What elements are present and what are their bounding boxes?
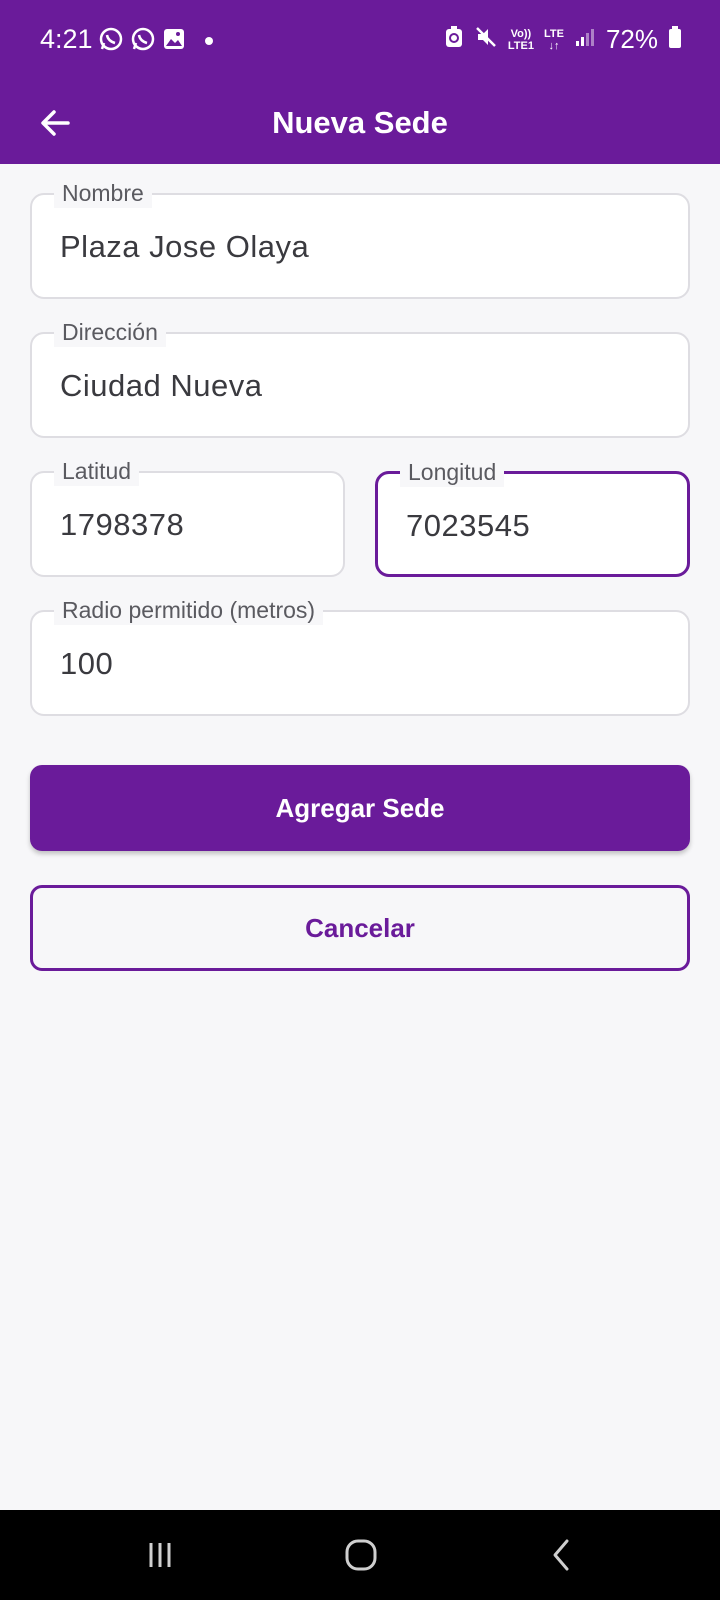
system-nav-bar	[0, 1510, 720, 1600]
latitud-label: Latitud	[54, 456, 140, 486]
nav-back-button[interactable]	[532, 1530, 592, 1580]
status-bar: 4:21 Vo)) LTE1 LTE ↓↑ 72%	[0, 0, 720, 82]
status-time: 4:21	[40, 24, 93, 54]
system-icons: Vo)) LTE1 LTE ↓↑ 72%	[444, 24, 682, 55]
direccion-label: Dirección	[54, 317, 166, 347]
gallery-icon	[162, 27, 186, 56]
latitud-input[interactable]: 1798378	[60, 507, 184, 543]
latitud-field[interactable]: Latitud 1798378	[30, 456, 345, 577]
recents-icon	[149, 1543, 171, 1567]
battery-icon	[668, 25, 682, 54]
home-button[interactable]	[331, 1530, 391, 1580]
radio-label: Radio permitido (metros)	[54, 595, 324, 625]
home-icon	[345, 1539, 377, 1571]
volte-icon: Vo)) LTE1	[508, 28, 534, 52]
battery-percent: 72%	[605, 24, 658, 54]
battery-saver-icon	[444, 25, 464, 54]
page-title: Nueva Sede	[272, 105, 448, 140]
whatsapp-icon	[98, 26, 124, 57]
longitud-label: Longitud	[400, 457, 505, 487]
lte-icon: LTE ↓↑	[543, 27, 564, 52]
radio-field[interactable]: Radio permitido (metros) 100	[30, 595, 690, 716]
cancelar-button[interactable]: Cancelar	[30, 885, 690, 971]
direccion-input[interactable]: Ciudad Nueva	[60, 368, 262, 404]
app-bar: Nueva Sede	[0, 82, 720, 164]
lte1-label: LTE1	[507, 39, 534, 52]
lte-label: LTE	[543, 27, 564, 40]
arrow-left-icon	[41, 110, 70, 136]
agregar-sede-button[interactable]: Agregar Sede	[30, 765, 690, 851]
radio-input[interactable]: 100	[60, 646, 113, 682]
dot-icon	[204, 33, 214, 51]
longitud-field[interactable]: Longitud 7023545	[375, 457, 690, 577]
back-button[interactable]	[30, 98, 80, 148]
nombre-field[interactable]: Nombre Plaza Jose Olaya	[30, 178, 690, 299]
nombre-label: Nombre	[54, 178, 152, 208]
back-icon	[553, 1539, 569, 1571]
volte-label: Vo))	[510, 27, 532, 40]
longitud-input[interactable]: 7023545	[406, 508, 530, 544]
nombre-input[interactable]: Plaza Jose Olaya	[60, 229, 309, 265]
notification-icons	[98, 26, 214, 57]
recents-button[interactable]	[130, 1530, 190, 1580]
mute-icon	[474, 25, 498, 54]
direccion-field[interactable]: Dirección Ciudad Nueva	[30, 317, 690, 438]
signal-icon	[574, 26, 596, 53]
whatsapp-icon	[130, 26, 156, 57]
